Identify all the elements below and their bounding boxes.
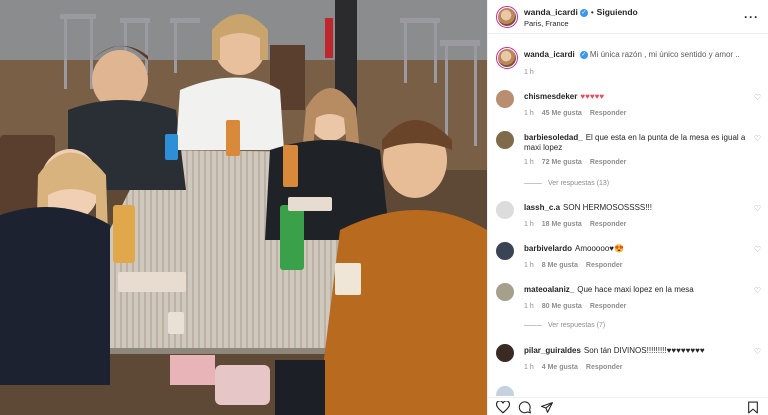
reply-button[interactable]: Responder — [590, 159, 627, 166]
heart-icon[interactable]: ♡ — [754, 347, 761, 356]
view-replies-label: Ver respuestas (7) — [548, 322, 606, 329]
comment-time: 1 h — [524, 159, 534, 166]
comment-username[interactable]: chismesdeker — [524, 92, 577, 101]
comment-username[interactable]: lassh_c.a — [524, 203, 560, 212]
replies-divider — [524, 182, 542, 184]
caption-text: Mi única razón , mi único sentido y amor… — [589, 50, 740, 59]
view-replies-button[interactable]: Ver respuestas (13) — [524, 180, 609, 187]
comment-avatar[interactable] — [496, 131, 514, 149]
reply-button[interactable]: Responder — [586, 262, 623, 269]
post-location[interactable]: Paris, France — [524, 19, 569, 28]
reply-button[interactable]: Responder — [590, 221, 627, 228]
caption-avatar[interactable] — [496, 47, 518, 69]
heart-icon[interactable]: ♡ — [754, 134, 761, 143]
comment-likes[interactable]: 8 Me gusta — [542, 262, 578, 269]
author-avatar-image — [498, 8, 516, 26]
post-panel: wanda_icardi ✓ • Siguiendo Paris, France ··… — [487, 0, 768, 415]
comment-avatar[interactable] — [496, 283, 514, 301]
view-replies-label: Ver respuestas (13) — [548, 180, 610, 187]
action-bar — [488, 397, 768, 415]
comment-likes[interactable]: 18 Me gusta — [542, 221, 582, 228]
comment-time: 1 h — [524, 262, 534, 269]
comment-likes[interactable]: 72 Me gusta — [542, 159, 582, 166]
heart-icon[interactable]: ♡ — [754, 245, 761, 254]
post-photo — [0, 0, 487, 415]
heart-icon[interactable]: ♡ — [754, 204, 761, 213]
comment-icon[interactable] — [518, 401, 532, 414]
verified-icon: ✓ — [579, 50, 588, 59]
share-icon[interactable] — [540, 401, 554, 414]
comment-likes[interactable]: 4 Me gusta — [542, 364, 578, 371]
reply-button[interactable]: Responder — [586, 364, 623, 371]
comment-avatar[interactable] — [496, 90, 514, 108]
heart-icon[interactable] — [496, 401, 510, 414]
comment-username[interactable]: pilar_guiraldes — [524, 346, 581, 355]
reply-button[interactable]: Responder — [590, 110, 627, 117]
comment-text: Que hace maxi lopez en la mesa — [577, 285, 694, 294]
comment-time: 1 h — [524, 364, 534, 371]
comment-time: 1 h — [524, 110, 534, 117]
verified-icon: ✓ — [579, 8, 588, 17]
comment-avatar[interactable] — [496, 386, 514, 396]
reply-button[interactable]: Responder — [590, 303, 627, 310]
caption-username[interactable]: wanda_icardi — [524, 50, 575, 59]
comment-avatar[interactable] — [496, 344, 514, 362]
photo-illustration — [0, 0, 487, 415]
comment-username[interactable]: barbivelardo — [524, 244, 572, 253]
comment-avatar[interactable] — [496, 201, 514, 219]
comment-text: SON HERMOSOSSSS!!! — [563, 203, 652, 212]
author-username[interactable]: wanda_icardi — [524, 7, 578, 17]
caption-avatar-image — [498, 49, 516, 67]
heart-icon[interactable]: ♡ — [754, 93, 761, 102]
comment-avatar[interactable] — [496, 242, 514, 260]
bookmark-icon[interactable] — [747, 401, 759, 414]
comment-likes[interactable]: 80 Me gusta — [542, 303, 582, 310]
comment-likes[interactable]: 45 Me gusta — [542, 110, 582, 117]
comment-username[interactable]: mateoalaniz_ — [524, 285, 574, 294]
post-header: wanda_icardi ✓ • Siguiendo Paris, France ··… — [488, 0, 768, 34]
following-button[interactable]: Siguiendo — [597, 7, 638, 17]
view-replies-button[interactable]: Ver respuestas (7) — [524, 322, 605, 329]
comment-time: 1 h — [524, 221, 534, 228]
comment-text: ♥♥♥♥♥ — [580, 92, 605, 101]
heart-icon[interactable]: ♡ — [754, 286, 761, 295]
separator-dot: • — [590, 8, 594, 17]
comment-text: Son tán DIVINOS!!!!!!!!!♥♥♥♥♥♥♥♥ — [583, 346, 705, 355]
replies-divider — [524, 324, 542, 326]
comment-text: Amooooo♥😍 — [575, 244, 624, 253]
comment-username[interactable]: barbiesoledad_ — [524, 133, 583, 142]
caption-time: 1 h — [524, 69, 534, 76]
more-icon[interactable]: ··· — [744, 10, 759, 24]
author-avatar[interactable] — [496, 6, 518, 28]
comment-time: 1 h — [524, 303, 534, 310]
